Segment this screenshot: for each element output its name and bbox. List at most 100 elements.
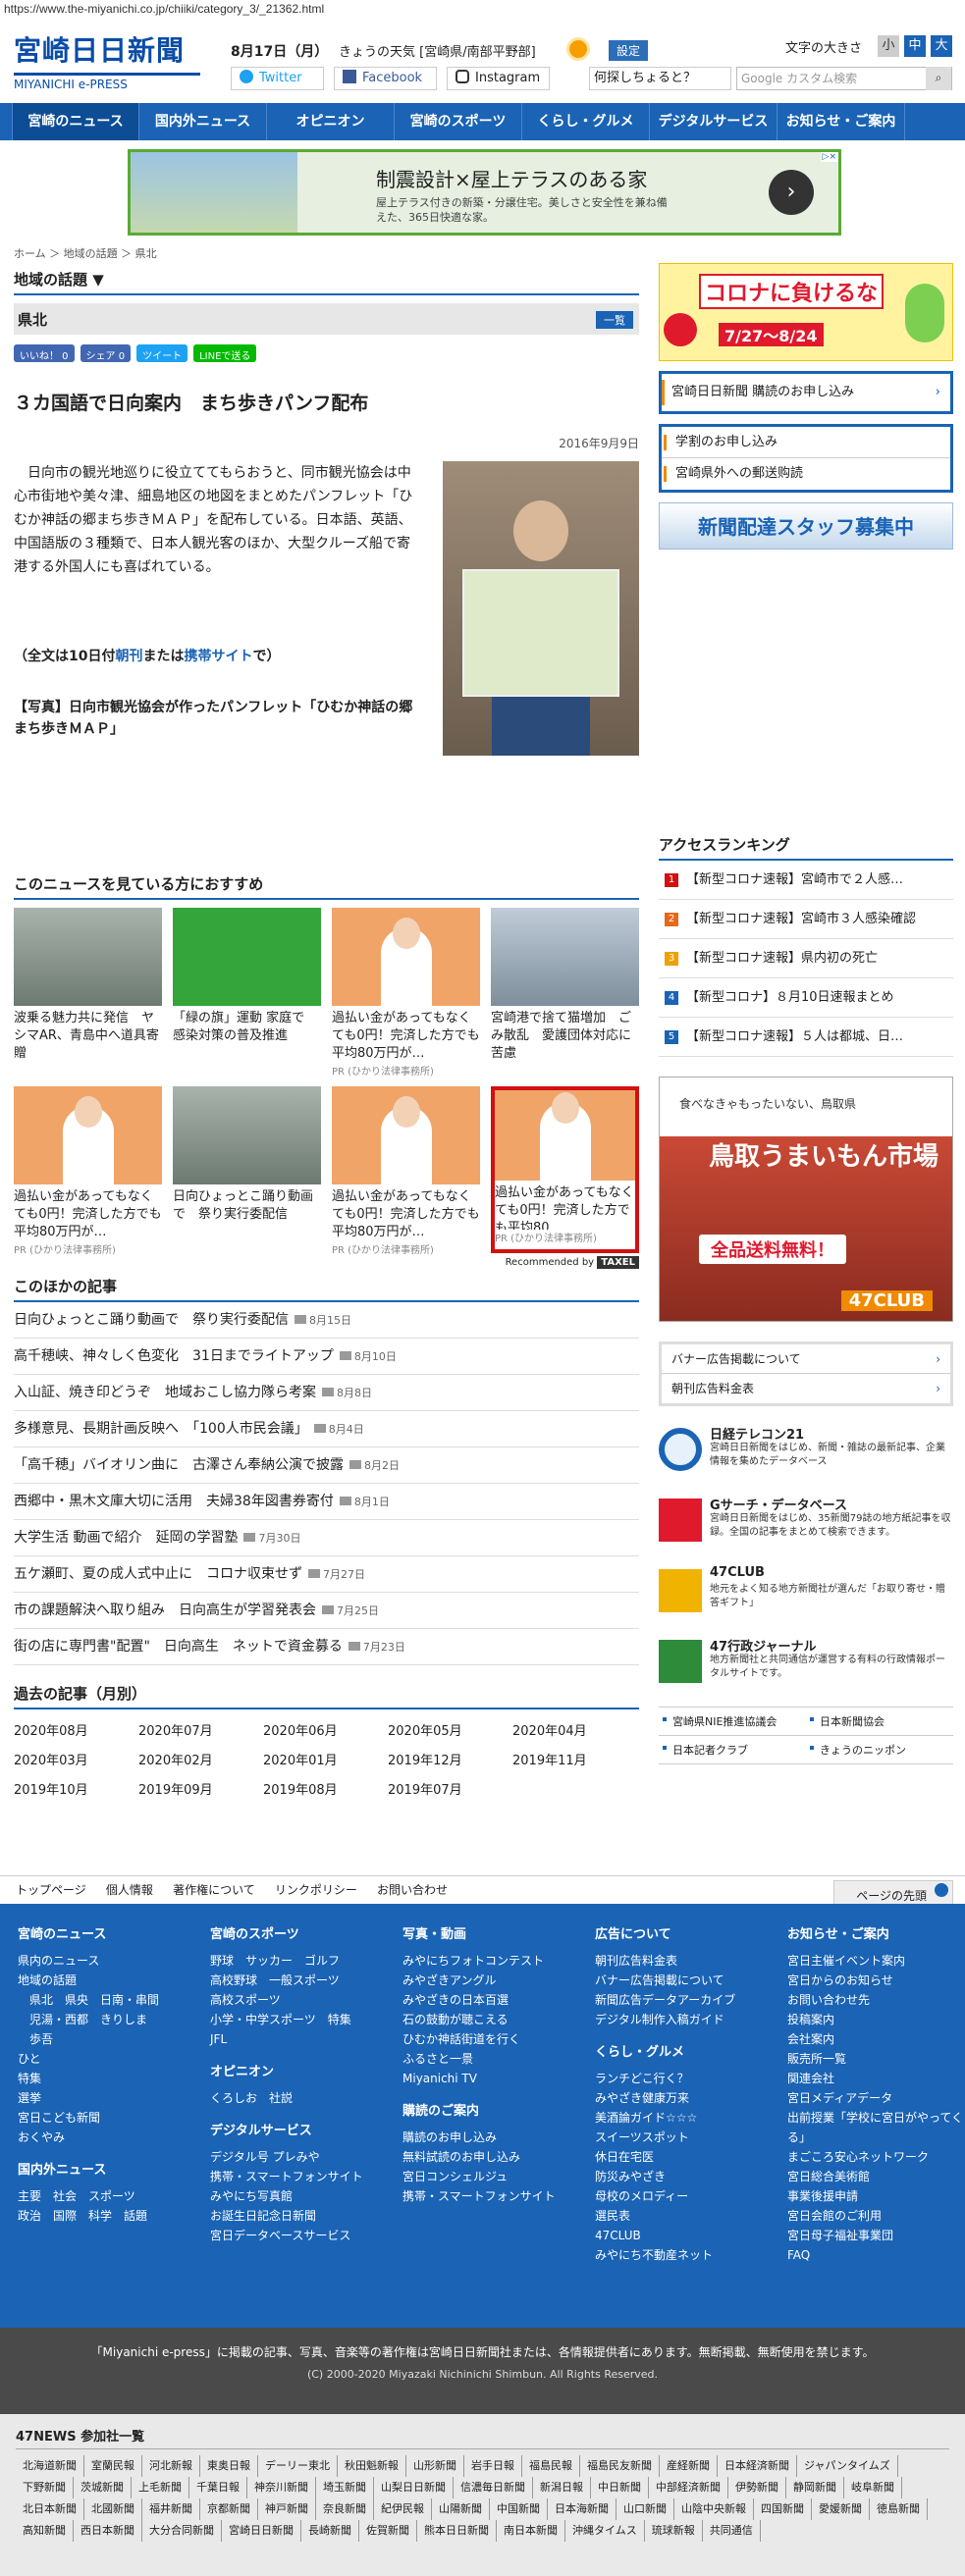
site-logo[interactable]: 宮崎日日新聞 MIYANICHI e-PRESS bbox=[14, 29, 205, 93]
member-paper-link[interactable]: 共同通信 bbox=[703, 2520, 761, 2542]
article-link[interactable]: 大学生活 動画で紹介 延岡の学習塾 bbox=[14, 1530, 238, 1546]
footer-link[interactable]: 主要 社会 スポーツ bbox=[18, 2186, 159, 2206]
member-paper-link[interactable]: 北海道新聞 bbox=[16, 2455, 84, 2477]
banner-ad-link[interactable]: バナー広告掲載について › bbox=[662, 1344, 950, 1374]
archive-month-link[interactable]: 2020年07月 bbox=[138, 1717, 263, 1747]
article-row[interactable]: 西郷中・黒木文庫大切に活用 夫婦38年図書券寄付 8月1日 bbox=[14, 1484, 639, 1520]
footer-link[interactable]: ひと bbox=[18, 2049, 159, 2069]
top-banner-ad[interactable]: 制震設計×屋上テラスのある家 屋上テラス付きの新築・分譲住宅。美しさと安全性を兼… bbox=[128, 149, 841, 236]
footer-link[interactable]: 47CLUB bbox=[595, 2226, 735, 2245]
ranking-item[interactable]: 1 【新型コロナ速報】宮崎市で２人感… bbox=[659, 861, 953, 900]
footer-heading[interactable]: くらし・グルメ bbox=[595, 2043, 735, 2063]
footer-link-top[interactable]: トップページ bbox=[16, 1883, 86, 1897]
archive-month-link[interactable]: 2020年02月 bbox=[138, 1747, 263, 1776]
footer-link[interactable]: 宮日コンシェルジュ bbox=[402, 2167, 556, 2186]
member-paper-link[interactable]: 佐賀新聞 bbox=[359, 2520, 417, 2542]
list-button[interactable]: 一覧 bbox=[596, 311, 633, 329]
member-paper-link[interactable]: 日本海新聞 bbox=[548, 2498, 617, 2520]
footer-link[interactable]: 携帯・スマートフォンサイト bbox=[402, 2186, 556, 2206]
recommend-item[interactable]: 過払い金があってもなくても0円！完済した方でも平均80万円が… PR (ひかり法律… bbox=[332, 1086, 480, 1256]
footer-link-copyright[interactable]: 著作権について bbox=[173, 1883, 255, 1897]
fontsize-medium-button[interactable]: 中 bbox=[904, 35, 926, 57]
member-paper-link[interactable]: 愛媛新聞 bbox=[812, 2498, 870, 2520]
member-paper-link[interactable]: 茨城新聞 bbox=[74, 2477, 132, 2498]
member-paper-link[interactable]: 福島民友新聞 bbox=[580, 2455, 660, 2477]
member-paper-link[interactable]: 岐阜新聞 bbox=[844, 2477, 902, 2498]
article-photo[interactable] bbox=[443, 461, 639, 756]
recruit-banner[interactable]: 新聞配達スタッフ募集中 bbox=[659, 502, 953, 550]
footer-heading[interactable]: 購読のご案内 bbox=[402, 2102, 556, 2122]
footer-link[interactable]: みやにち写真館 bbox=[210, 2186, 363, 2206]
nav-miyazaki-news[interactable]: 宮崎のニュース bbox=[12, 103, 139, 140]
footer-link[interactable]: 県内のニュース bbox=[18, 1951, 159, 1971]
fontsize-large-button[interactable]: 大 bbox=[931, 35, 952, 57]
tweet-button[interactable]: ツイート bbox=[136, 344, 188, 362]
archive-month-link[interactable]: 2020年04月 bbox=[512, 1717, 637, 1747]
footer-link[interactable]: 事業後援申請 bbox=[787, 2186, 965, 2206]
member-paper-link[interactable]: 紀伊民報 bbox=[374, 2498, 432, 2520]
search-icon[interactable]: ⌕ bbox=[926, 67, 951, 90]
member-paper-link[interactable]: 西日本新聞 bbox=[74, 2520, 142, 2542]
line-button[interactable]: LINEで送る bbox=[193, 344, 257, 362]
member-paper-link[interactable]: 静岡新聞 bbox=[786, 2477, 844, 2498]
footer-link[interactable]: 新聞広告データアーカイブ bbox=[595, 1990, 735, 2010]
recommend-item[interactable]: 波乗る魅力共に発信 ヤシマAR、青島中へ道具寄贈 bbox=[14, 908, 162, 1075]
footer-link[interactable]: 携帯・スマートフォンサイト bbox=[210, 2167, 363, 2186]
ranking-link[interactable]: 【新型コロナ速報】宮崎市で２人感… bbox=[686, 872, 903, 887]
section-title[interactable]: 地域の話題 ▼ bbox=[14, 263, 639, 295]
footer-link[interactable]: 購読のお申し込み bbox=[402, 2128, 556, 2147]
footer-link[interactable]: みやにちフォトコンテスト bbox=[402, 1951, 556, 1971]
article-row[interactable]: 多様意見、長期計画反映へ 「100人市民会議」 8月4日 bbox=[14, 1411, 639, 1447]
footer-link[interactable]: 選挙 bbox=[18, 2088, 159, 2108]
footer-link[interactable]: ランチどこ行く？ bbox=[595, 2069, 735, 2088]
archive-month-link[interactable]: 2019年10月 bbox=[14, 1776, 138, 1806]
student-discount-link[interactable]: 学割のお申し込み bbox=[662, 427, 950, 458]
kyono-nippon-link[interactable]: きょうのニッポン bbox=[806, 1736, 953, 1764]
article-link[interactable]: 多様意見、長期計画反映へ 「100人市民会議」 bbox=[14, 1421, 308, 1437]
footer-link[interactable]: 投稿案内 bbox=[787, 2010, 965, 2029]
member-paper-link[interactable]: 千葉日報 bbox=[189, 2477, 247, 2498]
footer-link[interactable]: スイーツスポット bbox=[595, 2128, 735, 2147]
footer-link[interactable]: 歩吾 bbox=[18, 2029, 159, 2049]
footer-link[interactable]: 高校野球 一般スポーツ bbox=[210, 1971, 363, 1990]
recommend-item[interactable]: 宮崎港で捨て猫増加 ごみ散乱 愛護団体対応に苦慮 bbox=[491, 908, 639, 1075]
recommend-item[interactable]: 過払い金があってもなくても0円！完済した方でも平均80万円が… PR (ひかり法律… bbox=[332, 908, 480, 1078]
ranking-link[interactable]: 【新型コロナ】８月10日速報まとめ bbox=[686, 990, 894, 1005]
footer-link[interactable]: 児湯・西都 きりしま bbox=[18, 2010, 159, 2029]
member-paper-link[interactable]: 北國新聞 bbox=[84, 2498, 142, 2520]
article-link[interactable]: 「高千穂」バイオリン曲に 古澤さん奉納公演で披露 bbox=[14, 1457, 344, 1473]
member-paper-link[interactable]: 埼玉新聞 bbox=[316, 2477, 374, 2498]
footer-link[interactable]: デジタル制作入稿ガイド bbox=[595, 2010, 735, 2029]
footer-link[interactable]: 防災みやざき bbox=[595, 2167, 735, 2186]
footer-link[interactable]: 小学・中学スポーツ 特集 bbox=[210, 2010, 363, 2029]
footer-heading[interactable]: お知らせ・ご案内 bbox=[787, 1925, 965, 1945]
twitter-button[interactable]: Twitter bbox=[231, 67, 324, 90]
subscribe-button[interactable]: 宮崎日日新聞 購読のお申し込み › bbox=[659, 371, 953, 414]
member-paper-link[interactable]: 中部経済新聞 bbox=[649, 2477, 728, 2498]
footer-link[interactable]: 地域の話題 bbox=[18, 1971, 159, 1990]
article-row[interactable]: 五ケ瀬町、夏の成人式中止に コロナ収束せず 7月27日 bbox=[14, 1556, 639, 1593]
footer-link[interactable]: 宮日メディアデータ bbox=[787, 2088, 965, 2108]
footer-link-contact[interactable]: お問い合わせ bbox=[377, 1883, 448, 1897]
ranking-link[interactable]: 【新型コロナ速報】県内初の死亡 bbox=[686, 951, 878, 966]
footer-link[interactable]: 関連会社 bbox=[787, 2069, 965, 2088]
member-paper-link[interactable]: 京都新聞 bbox=[200, 2498, 258, 2520]
member-paper-link[interactable]: 産経新聞 bbox=[660, 2455, 718, 2477]
member-paper-link[interactable]: 四国新聞 bbox=[754, 2498, 812, 2520]
footer-link[interactable]: 選民表 bbox=[595, 2206, 735, 2226]
member-paper-link[interactable]: 新潟日報 bbox=[533, 2477, 591, 2498]
footer-link[interactable]: おくやみ bbox=[18, 2128, 159, 2147]
member-paper-link[interactable]: ジャパンタイムズ bbox=[797, 2455, 898, 2477]
footer-link[interactable]: 県北 県央 日南・串間 bbox=[18, 1990, 159, 2010]
question-button[interactable]: 何探しちょると？ bbox=[589, 67, 731, 90]
footer-link[interactable]: 無料試読のお申し込み bbox=[402, 2147, 556, 2167]
footer-link[interactable]: JFL bbox=[210, 2029, 363, 2049]
ranking-item[interactable]: 4 【新型コロナ】８月10日速報まとめ bbox=[659, 978, 953, 1018]
morning-edition-link[interactable]: 朝刊 bbox=[115, 649, 142, 664]
footer-heading[interactable]: 広告について bbox=[595, 1925, 735, 1945]
article-link[interactable]: 街の店に専門書"配置" 日向高生 ネットで資金募る bbox=[14, 1639, 343, 1655]
member-paper-link[interactable]: 長崎新聞 bbox=[301, 2520, 359, 2542]
footer-link[interactable]: みやざきの日本百選 bbox=[402, 1990, 556, 2010]
search-input[interactable]: Google カスタム検索 ⌕ bbox=[736, 67, 952, 90]
footer-heading[interactable]: オピニオン bbox=[210, 2063, 363, 2082]
